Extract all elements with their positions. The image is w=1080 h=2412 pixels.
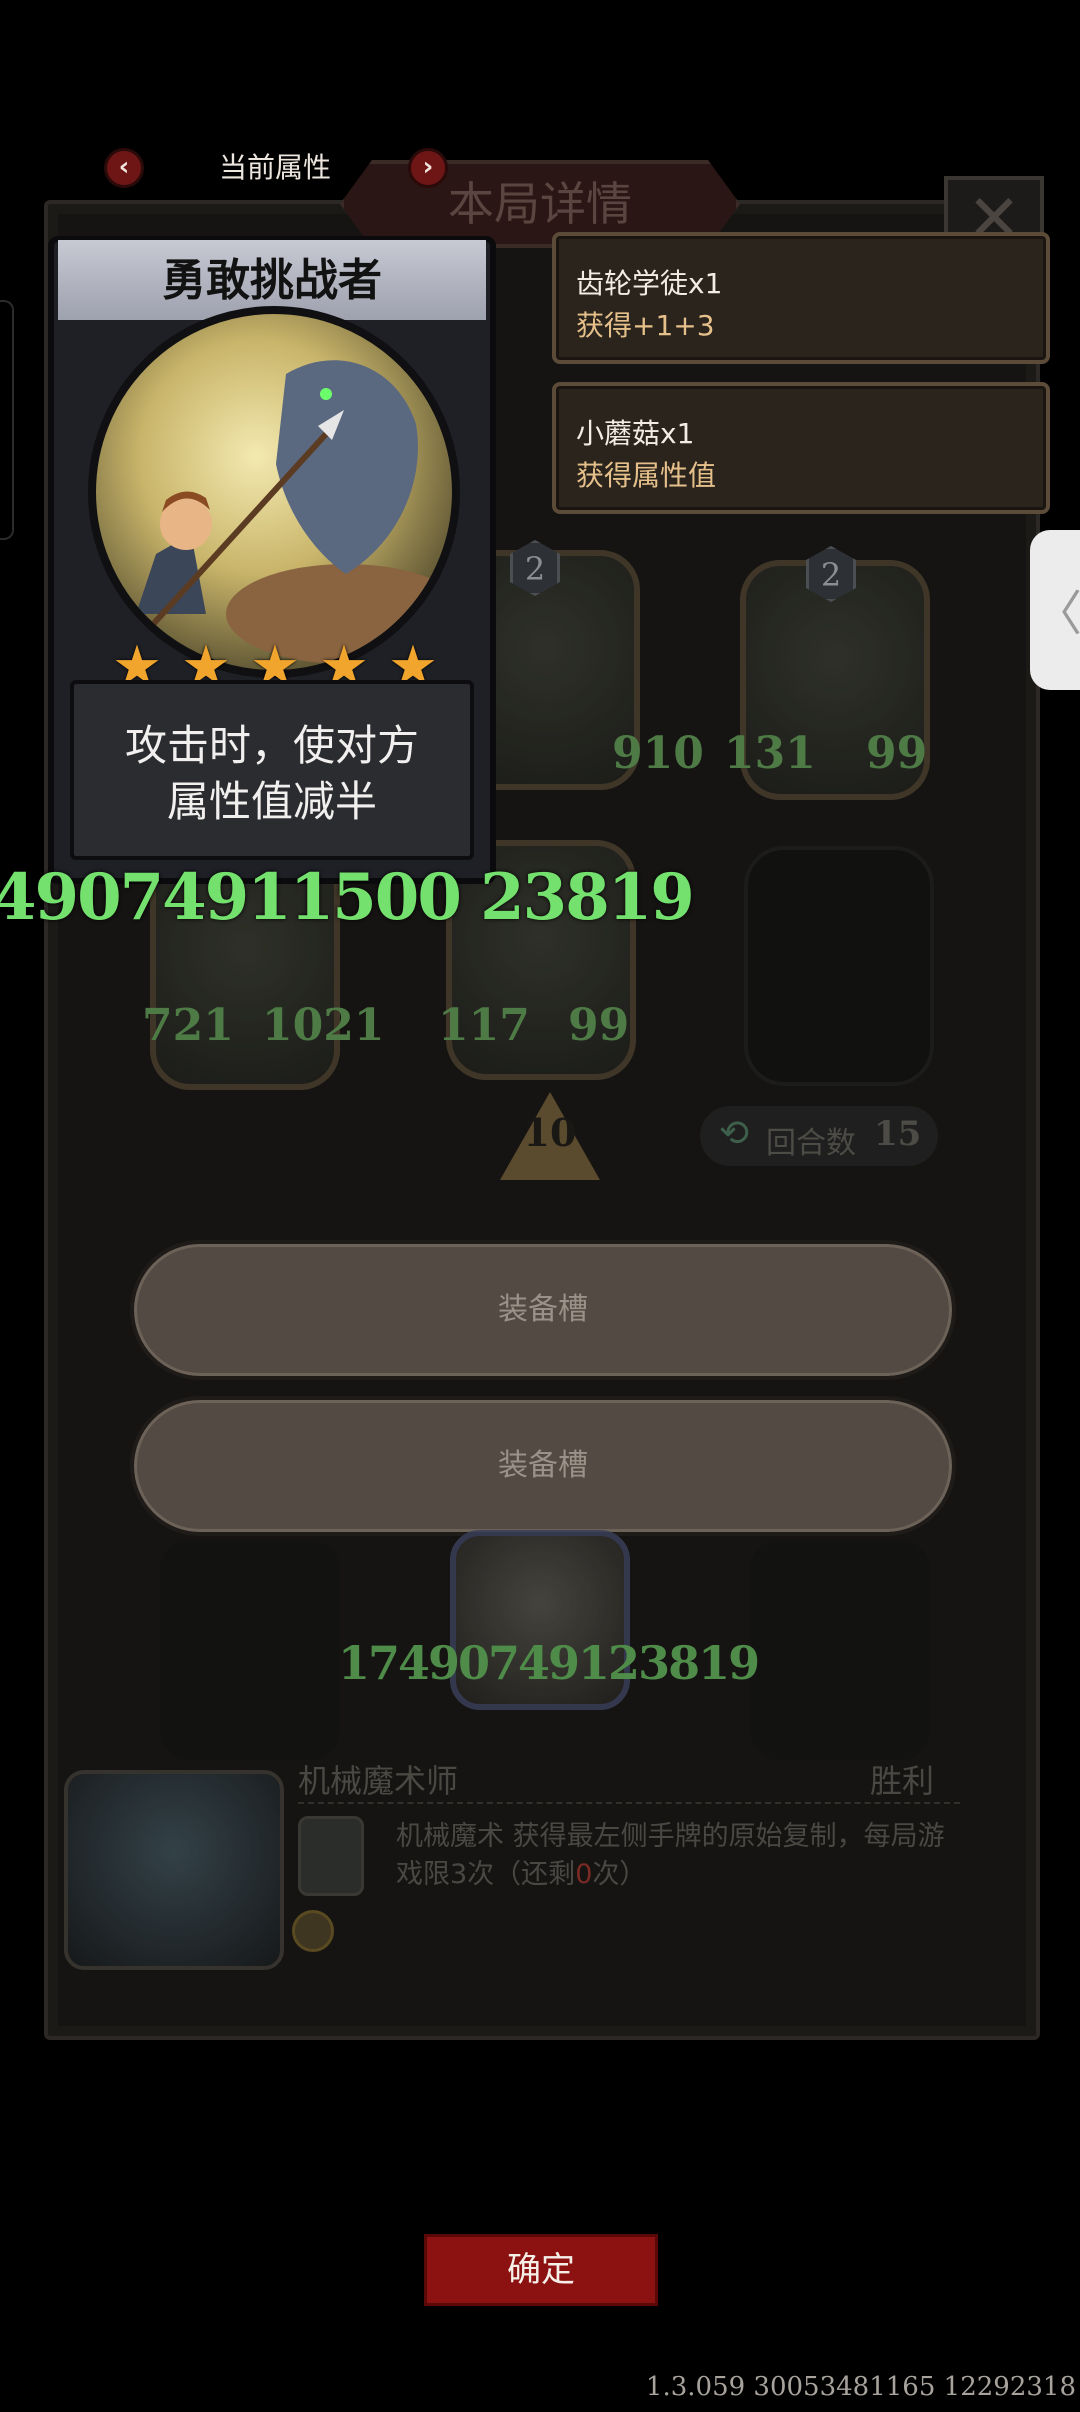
skill-coin-icon: [292, 1910, 334, 1952]
rounds-value: 15: [874, 1114, 922, 1154]
skill-text-end: 次）: [592, 1859, 647, 1890]
panel-title: 本局详情: [448, 177, 632, 231]
opponent-name: 机械魔术师: [298, 1762, 459, 1800]
empty-hero-slot[interactable]: [744, 846, 934, 1086]
hero-health: 99: [866, 728, 928, 779]
reward-name: 齿轮学徒x1: [576, 267, 723, 300]
skill-name: 机械魔术: [396, 1821, 504, 1852]
level-value: 10: [523, 1110, 577, 1155]
next-attribute-button[interactable]: ›: [408, 148, 448, 188]
reward-item: 齿轮学徒x1 获得+1+3: [552, 232, 1050, 364]
left-edge-handle: [0, 300, 14, 540]
hero-health: 99: [568, 1000, 630, 1051]
card-name: 勇敢挑战者: [162, 255, 382, 306]
rounds-label: 回合数: [766, 1126, 856, 1161]
card-description-line: 攻击时，使对方: [124, 721, 419, 770]
equipment-slot[interactable]: 装备槽: [130, 1396, 956, 1536]
prev-attribute-button[interactable]: ‹: [104, 148, 144, 188]
hero-attack: 131: [724, 728, 816, 779]
opponent-divider: [298, 1802, 960, 1804]
card-description: 攻击时，使对方 属性值减半: [70, 718, 474, 830]
reward-item: 小蘑菇x1 获得属性值: [552, 382, 1050, 514]
skill-card-icon: [298, 1816, 364, 1896]
skill-description: 机械魔术 获得最左侧手牌的原始复制，每局游戏限3次（还剩0次）: [396, 1818, 956, 1894]
opponent-result: 胜利: [870, 1762, 935, 1800]
hero-health: 910: [612, 728, 704, 779]
confirm-button[interactable]: 确定: [424, 2234, 658, 2306]
reward-name: 小蘑菇x1: [576, 417, 695, 450]
equipment-slot-label: 装备槽: [498, 1292, 588, 1327]
opponent-portrait: [64, 1770, 284, 1970]
empty-hero-slot: [160, 1540, 340, 1760]
hero-attack: 117: [438, 1000, 530, 1051]
confirm-label: 确定: [507, 2250, 575, 2290]
attribute-title: 当前属性: [218, 151, 331, 184]
hero-health: 1021: [262, 1000, 385, 1051]
reward-effect: 获得属性值: [576, 459, 717, 492]
overlay-stat-number: 49074911500 23819: [0, 860, 695, 935]
version-text: 1.3.059 30053481165 12292318: [645, 2372, 1076, 2402]
empty-hero-slot: [750, 1540, 930, 1760]
rounds-icon: ⟲: [718, 1113, 750, 1154]
player-stat-number: 17490749123819: [338, 1636, 760, 1690]
equipment-slot-label: 装备槽: [498, 1448, 588, 1483]
chevron-left-icon: 〈: [1034, 586, 1080, 642]
skill-remaining: 0: [575, 1859, 593, 1890]
equipment-slot[interactable]: 装备槽: [130, 1240, 956, 1380]
reward-effect: 获得+1+3: [576, 309, 715, 342]
card-portrait: [88, 306, 460, 678]
challenger-illustration: [123, 360, 452, 664]
hero-attack: 721: [142, 1000, 234, 1051]
card-description-line: 属性值减半: [166, 777, 377, 826]
